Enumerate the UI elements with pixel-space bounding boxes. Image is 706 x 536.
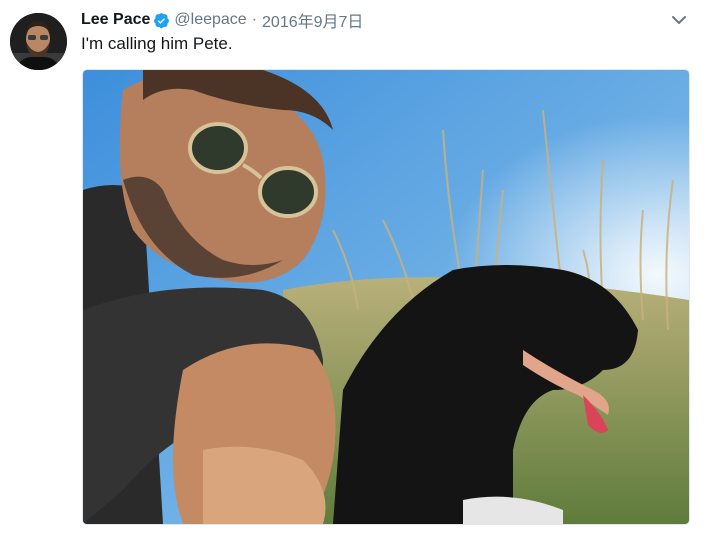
author-handle[interactable]: @leepace [174,11,246,29]
avatar[interactable] [10,13,67,70]
author-name[interactable]: Lee Pace [81,11,150,29]
verified-badge-icon [154,12,170,28]
meta-separator: · [251,11,258,28]
tweet-header: Lee Pace @leepace · 2016年9月7日 [81,9,666,31]
tweet-photo[interactable] [82,69,690,525]
tweet-text: I'm calling him Pete. [81,34,233,53]
chevron-down-icon[interactable] [670,11,688,29]
tweet-date[interactable]: 2016年9月7日 [262,8,363,32]
photo-canvas [83,70,689,524]
